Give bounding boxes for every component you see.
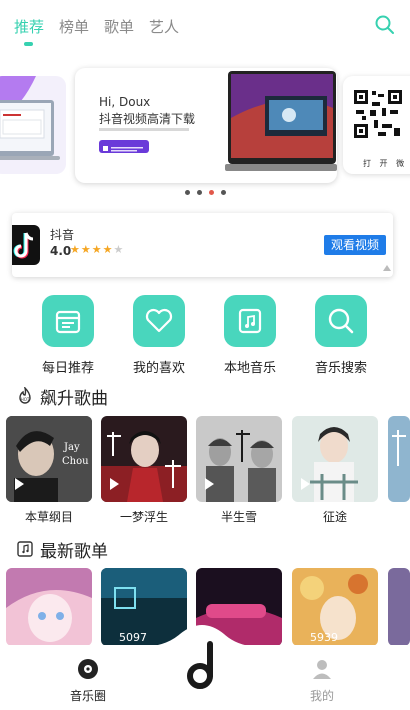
svg-text:Jay: Jay [63,442,80,453]
music-file-icon [224,295,276,347]
search-icon[interactable] [374,14,396,36]
play-icon[interactable] [15,478,24,490]
nav-label: 音乐圈 [69,689,106,703]
carousel-dot[interactable] [221,190,226,195]
svg-text:Chou: Chou [62,456,89,467]
app-logo-center-icon[interactable] [184,640,220,692]
star-icon: ★ [70,243,81,256]
star-icon: ★ [91,243,103,256]
active-tab-indicator [24,42,33,46]
play-icon[interactable] [205,478,214,490]
carousel-dot-active[interactable] [209,190,214,195]
nav-music-circle[interactable]: 音乐圈 [58,658,118,704]
laptop-image [225,71,337,171]
vinyl-disc-icon [78,659,98,679]
song-cover [292,416,378,502]
my-likes-button[interactable]: 我的喜欢 [119,295,199,379]
carousel-indicator [185,190,229,196]
nav-label: 我的 [309,689,334,703]
nav-profile[interactable]: 我的 [292,658,352,704]
banner-current[interactable]: Hi, Doux 抖音视频高清下载 [75,68,337,183]
local-music-button[interactable]: 本地音乐 [210,295,290,379]
song-cover: Jay Chou [6,416,92,502]
rating-stars: ★★★★★ [70,243,124,256]
daily-recommend-button[interactable]: 每日推荐 [28,295,108,379]
ad-card[interactable]: 抖音 4.0 ★★★★★ 观看视频 [12,213,393,277]
song-card[interactable]: Jay Chou 本草纲目 [6,416,92,525]
ad-rating: 4.0 [50,244,72,258]
play-icon[interactable] [110,478,119,490]
music-search-button[interactable]: 音乐搜索 [301,295,381,379]
song-card[interactable]: 半生雪 [196,416,282,525]
quick-action-label: 本地音乐 [223,361,276,376]
ad-choices-icon[interactable] [382,264,392,272]
quick-action-label: 每日推荐 [41,361,94,376]
song-cover [196,416,282,502]
song-card[interactable]: 征途 [292,416,378,525]
tab-playlists[interactable]: 歌单 [104,16,134,37]
search-icon [315,295,367,347]
song-title: 半生雪 [220,510,257,524]
song-title: 一梦浮生 [119,510,168,524]
play-icon[interactable] [301,478,310,490]
heart-icon [133,295,185,347]
top-tab-bar: 推荐 榜单 歌单 艺人 [0,0,410,52]
banner-small-text [99,127,189,133]
user-icon [313,660,331,679]
song-card[interactable]: 一梦浮生 [101,416,187,525]
watch-video-button[interactable]: 观看视频 [324,235,386,255]
tab-artists[interactable]: 艺人 [149,16,179,37]
song-cover [388,416,410,502]
playlist-icon [17,541,33,557]
section-header-playlists: 最新歌单 [16,538,108,562]
star-empty-icon: ★ [113,243,125,256]
hot-badge-icon: HOT [19,387,31,404]
song-cover [101,416,187,502]
qr-caption: 打 开 微 [363,159,408,168]
quick-action-label: 我的喜欢 [132,361,185,376]
section-header-hot: HOT 飙升歌曲 [16,385,108,409]
laptop-image [0,76,60,160]
banner-next[interactable]: 打 开 微 [343,76,410,174]
svg-text:HOT: HOT [21,397,30,402]
windows-download-badge[interactable] [99,140,149,153]
calendar-icon [42,295,94,347]
tab-charts[interactable]: 榜单 [59,16,89,37]
quick-action-label: 音乐搜索 [314,361,367,376]
banner-previous[interactable] [0,76,66,174]
qr-code-image [352,88,404,140]
section-title: 最新歌单 [40,541,108,562]
banner-title: 抖音视频高清下载 [99,112,196,126]
banner-greeting: Hi, Doux [99,95,151,109]
star-icon: ★ [80,243,92,256]
ad-app-name: 抖音 [50,228,75,242]
star-icon: ★ [102,243,114,256]
carousel-dot[interactable] [197,190,202,195]
carousel-dot[interactable] [185,190,190,195]
song-title: 征途 [322,510,347,524]
section-title: 飙升歌曲 [40,388,108,409]
song-title: 本草纲目 [24,510,73,524]
tab-recommend[interactable]: 推荐 [14,16,44,37]
song-card-partial[interactable] [388,416,410,502]
app-logo-icon [12,225,40,265]
